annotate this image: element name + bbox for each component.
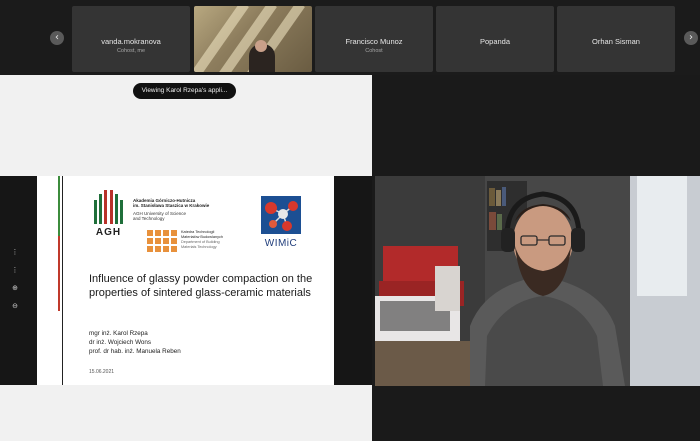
slide-accent-line	[62, 176, 63, 385]
participant-strip: ‹ vanda.mokranova Cohost, me Francisco M…	[0, 0, 700, 75]
wimic-logo: WIMiC	[259, 196, 303, 254]
university-name-line: im. Stanisława Staszica w Krakowie	[133, 203, 210, 208]
grid-cell	[171, 246, 177, 252]
participant-head	[255, 40, 267, 52]
author-line: dr inż. Wojciech Wons	[89, 339, 152, 346]
slide-title: Influence of glassy powder compaction on…	[89, 273, 313, 299]
department-grid-icon	[147, 230, 179, 252]
agh-bar	[104, 190, 107, 224]
slide-date: 15.06.2021	[89, 369, 115, 375]
chevron-left-icon[interactable]: ‹	[50, 31, 64, 45]
participant-tile[interactable]: Orhan Sisman	[557, 6, 675, 72]
wimic-molecule-icon	[261, 196, 301, 234]
participant-name: Francisco Munoz	[345, 37, 403, 46]
dark-background	[372, 75, 700, 176]
participant-tile[interactable]: Francisco Munoz Cohost	[315, 6, 433, 72]
agh-bar	[115, 194, 118, 224]
chevron-right-icon[interactable]: ›	[684, 31, 698, 45]
agh-bar	[99, 194, 102, 224]
speaker-video[interactable]	[375, 176, 700, 386]
grid-cell	[155, 238, 161, 244]
grid-cell	[147, 230, 153, 236]
share-side-toolbar: ⋮ ⋮ ⊕ ⊖	[8, 248, 22, 320]
participant-video-tile[interactable]	[194, 6, 312, 72]
grid-cell	[147, 246, 153, 252]
grid-cell	[147, 238, 153, 244]
grid-cell	[171, 230, 177, 236]
dark-background	[375, 386, 700, 441]
grid-cell	[155, 246, 161, 252]
molecule-graphic	[265, 201, 298, 231]
participant-tile[interactable]: Popanda	[436, 6, 554, 72]
author-line: mgr inż. Karol Rzepa	[89, 330, 148, 337]
slide-authors: mgr inż. Karol Rzepa dr inż. Wojciech Wo…	[89, 329, 289, 356]
participant-tile[interactable]: vanda.mokranova Cohost, me	[72, 6, 190, 72]
slide-accent-line-red	[58, 236, 60, 311]
participant-role: Cohost, me	[116, 48, 146, 54]
zoom-in-icon[interactable]: ⊕	[8, 284, 22, 302]
more-icon[interactable]: ⋮	[8, 248, 22, 266]
grid-cell	[163, 246, 169, 252]
wimic-logo-text: WIMiC	[264, 238, 298, 249]
agh-logo: AGH	[91, 188, 126, 238]
university-name-line: and Technology	[133, 216, 165, 221]
presentation-slide: AGH Akademia Górniczo-Hutnicza im. Stani…	[37, 176, 334, 385]
agh-bar	[120, 200, 123, 224]
agh-bar	[110, 190, 113, 224]
grid-cell	[163, 238, 169, 244]
participant-name: Popanda	[479, 37, 511, 46]
zoom-out-icon[interactable]: ⊖	[8, 302, 22, 320]
participant-name: Orhan Sisman	[592, 37, 640, 46]
meeting-window: ‹ vanda.mokranova Cohost, me Francisco M…	[0, 0, 700, 441]
agh-bar	[94, 200, 97, 224]
department-name-line: Materials Technology	[181, 245, 217, 249]
grid-cell	[155, 230, 161, 236]
university-name: Akademia Górniczo-Hutnicza im. Stanisław…	[133, 198, 253, 221]
more-icon[interactable]: ⋮	[8, 266, 22, 284]
author-line: prof. dr hab. inż. Manuela Reben	[89, 348, 181, 355]
grid-cell	[171, 238, 177, 244]
participant-role: Cohost	[365, 48, 383, 54]
grid-cell	[163, 230, 169, 236]
agh-logo-text: AGH	[95, 227, 122, 238]
participant-name: vanda.mokranova	[101, 37, 161, 46]
viewing-share-indicator[interactable]: Viewing Karol Rzepa's appli...	[133, 83, 236, 99]
department-name: Katedra Technologii Materiałów Budowlany…	[181, 230, 261, 250]
speaker-video-frame	[375, 176, 700, 386]
